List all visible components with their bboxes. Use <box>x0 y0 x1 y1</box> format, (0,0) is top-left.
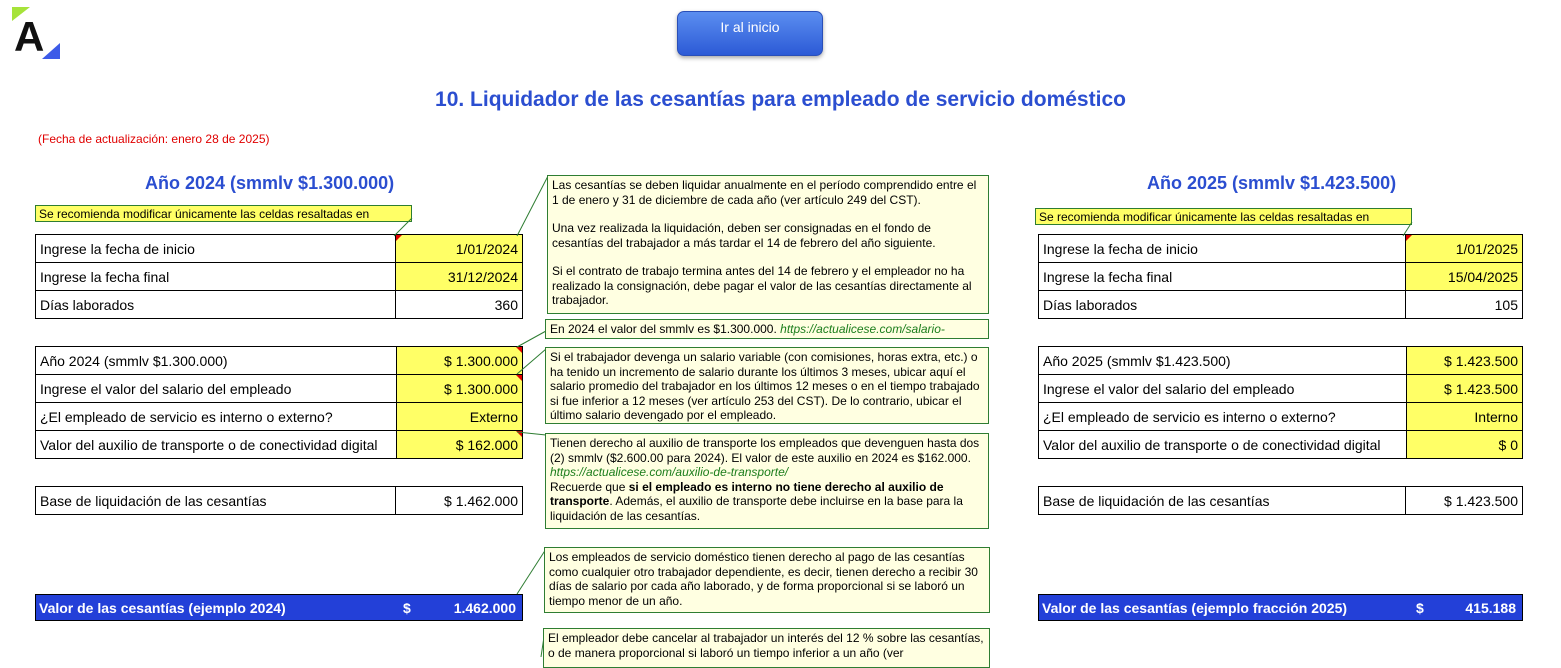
comment-note: El empleador debe cancelar al trabajador… <box>543 628 990 668</box>
comment-note: En 2024 el valor del smmlv es $1.300.000… <box>545 319 989 339</box>
transport-link[interactable]: https://actualicese.com/auxilio-de-trans… <box>550 465 788 479</box>
comment-note: Tienen derecho al auxilio de transporte … <box>545 433 989 529</box>
salary-link[interactable]: https://actualicese.com/salario- <box>780 322 945 336</box>
comment-note: Los empleados de servicio doméstico tien… <box>544 547 990 613</box>
comment-note: Si el trabajador devenga un salario vari… <box>545 347 989 424</box>
comment-note: Las cesantías se deben liquidar anualmen… <box>547 175 989 314</box>
